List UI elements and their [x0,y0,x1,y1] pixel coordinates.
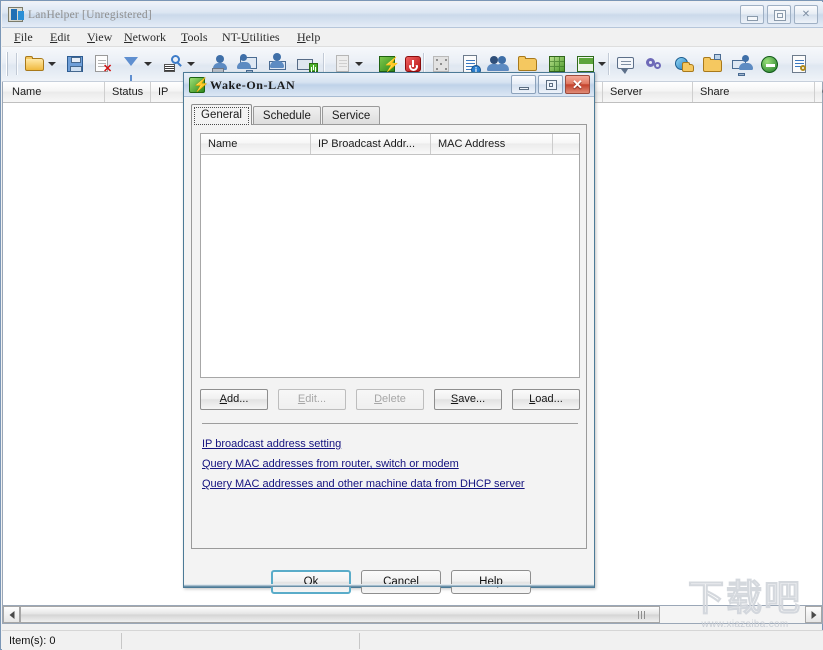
save-list-button[interactable]: Save... [434,389,502,410]
tab-page-general: Name IP Broadcast Addr... MAC Address Ad… [191,124,587,549]
dialog-tabs: General Schedule Service [191,104,381,125]
save-button[interactable] [64,53,86,75]
network-share-button[interactable] [673,53,695,75]
dialog-restore-button[interactable] [538,75,563,94]
remote-user-button[interactable] [731,53,753,75]
wol-action-buttons: Add... Edit... Delete Save... Load... [200,389,580,410]
menu-help[interactable]: Help [293,30,324,45]
minimize-button[interactable] [740,5,764,24]
gears-icon [644,53,666,75]
menu-network[interactable]: Network [120,30,170,45]
toolbar-grip[interactable] [6,52,9,76]
delete-document-button[interactable]: ✕ [91,53,113,75]
dialog-close-button[interactable]: ✕ [565,75,590,94]
wake-on-lan-dialog: Wake-On-LAN ✕ General Schedule Service [183,72,595,588]
folder-network-icon [702,53,724,75]
query-mac-dhcp-link[interactable]: Query MAC addresses and other machine da… [202,477,525,491]
filter-button[interactable] [120,53,142,75]
column-header-status[interactable]: Status [105,82,151,102]
scroll-right-button[interactable] [805,606,822,623]
clipboard-gear-icon [788,53,810,75]
open-share-button[interactable] [702,53,724,75]
dialog-bottom-accent [184,584,594,587]
scan-dropdown[interactable] [187,62,196,68]
message-bubble-icon [615,53,637,75]
column-header-comment[interactable]: C [815,82,823,102]
message-button[interactable] [615,53,637,75]
tab-general-label: General [201,109,242,121]
open-folder-dropdown[interactable] [48,62,57,68]
document-delete-icon: ✕ [91,53,113,75]
status-items-count: Item(s): 0 [4,633,122,649]
menu-nt-utilities[interactable]: NT-Utilities [218,30,284,45]
funnel-icon [120,53,142,75]
tab-service-label: Service [332,110,370,122]
scan-magnifier-icon [162,53,184,75]
scrollbar-track[interactable] [20,606,805,623]
dialog-bottom-buttons: Ok Cancel Help [198,570,594,596]
wol-column-spacer[interactable] [553,134,580,154]
tab-general[interactable]: General [191,104,252,125]
open-folder-icon [24,53,46,75]
user-laptop-icon [731,53,753,75]
menu-edit[interactable]: Edit [46,30,74,45]
globe-share-icon [673,53,695,75]
menu-tools[interactable]: Tools [177,30,212,45]
menu-file[interactable]: FFileile [10,30,37,45]
main-window-title: LanHelper [Unregistered] [28,7,152,23]
tab-schedule[interactable]: Schedule [253,106,321,125]
status-pane-2 [122,633,360,649]
cancel-button[interactable]: Cancel [361,570,441,594]
column-header-share[interactable]: Share [693,82,815,102]
wol-column-ip-broadcast[interactable]: IP Broadcast Addr... [311,134,431,154]
scrollbar-thumb[interactable] [20,606,660,623]
menu-view[interactable]: View [83,30,116,45]
status-pane-3 [360,633,820,649]
dialog-minimize-button[interactable] [511,75,536,94]
wol-entry-list[interactable]: Name IP Broadcast Addr... MAC Address [200,133,580,378]
separator-line [202,423,578,424]
screen: LanHelper [Unregistered] ✕ FFileile Edit… [0,0,823,650]
dialog-body: General Schedule Service Name IP Broadca… [191,104,587,580]
floppy-disk-icon [64,53,86,75]
tab-schedule-label: Schedule [263,110,311,122]
load-list-button[interactable]: Load... [512,389,580,410]
column-header-server[interactable]: Server [603,82,693,102]
scan-network-button[interactable] [162,53,184,75]
open-folder-button[interactable] [24,53,46,75]
close-button[interactable]: ✕ [794,5,818,24]
wol-list-body[interactable] [201,155,579,377]
main-window-controls: ✕ [740,5,818,25]
dialog-titlebar[interactable]: Wake-On-LAN ✕ [184,73,594,97]
add-button[interactable]: Add... [200,389,268,410]
wol-column-name[interactable]: Name [201,134,311,154]
tab-service[interactable]: Service [322,106,380,125]
export-dropdown[interactable] [598,62,607,68]
dialog-title: Wake-On-LAN [210,77,295,93]
ok-button[interactable]: Ok [271,570,351,594]
restore-button[interactable] [767,5,791,24]
password-button[interactable] [759,53,781,75]
main-titlebar[interactable]: LanHelper [Unregistered] ✕ [2,2,823,28]
menubar: FFileile Edit View Network Tools NT-Util… [2,28,823,47]
delete-button[interactable]: Delete [356,389,424,410]
horizontal-scrollbar[interactable] [2,606,823,624]
wol-column-mac[interactable]: MAC Address [431,134,553,154]
wol-list-header: Name IP Broadcast Addr... MAC Address [201,134,579,155]
dialog-window-controls: ✕ [511,75,590,94]
green-key-icon [759,53,781,75]
admin-tools-button[interactable] [788,53,810,75]
query-mac-router-link[interactable]: Query MAC addresses from router, switch … [202,457,459,471]
help-button[interactable]: Help [451,570,531,594]
lanhelper-icon [8,7,23,22]
scroll-left-button[interactable] [3,606,20,623]
filter-dropdown[interactable] [144,62,153,68]
ip-broadcast-setting-link[interactable]: IP broadcast address setting [202,437,341,451]
status-bar: Item(s): 0 [2,630,823,650]
edit-button[interactable]: Edit... [278,389,346,410]
services-button[interactable] [644,53,666,75]
column-header-name[interactable]: Name [5,82,105,102]
report-dropdown[interactable] [355,62,364,68]
wake-on-lan-icon [189,77,205,93]
